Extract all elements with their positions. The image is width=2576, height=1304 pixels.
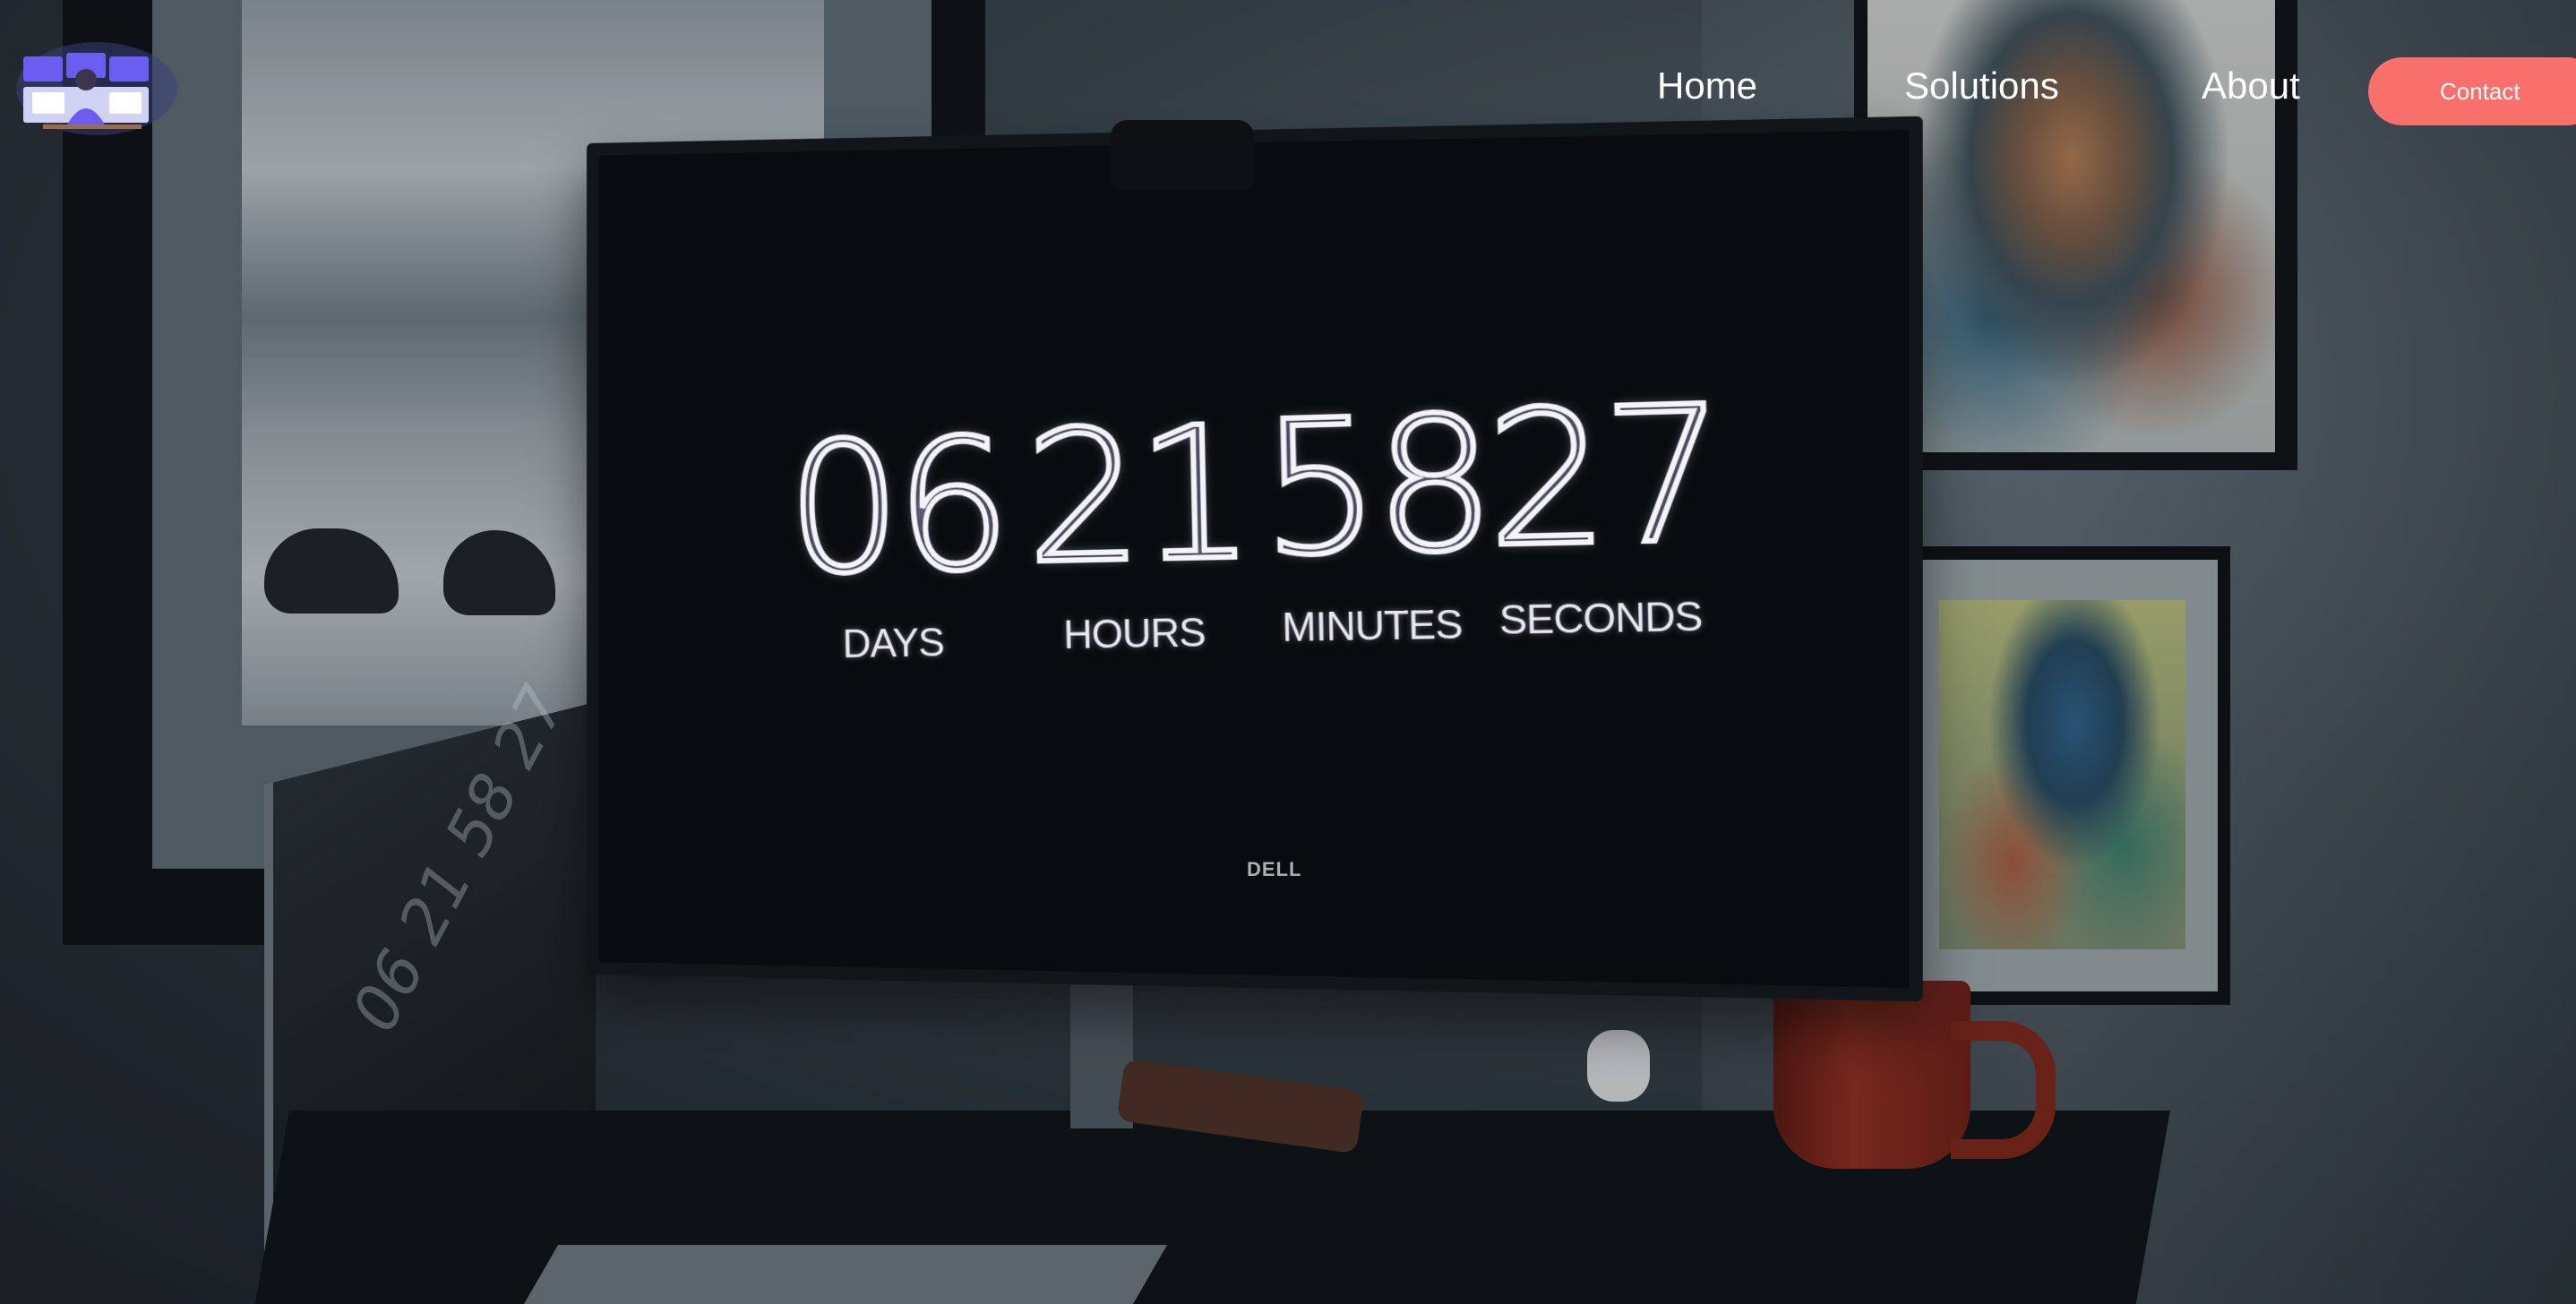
countdown-seconds-label: SECONDS [1498,594,1703,644]
countdown-hours: 21 HOURS [1021,384,1254,659]
countdown-timer: 06 DAYS 21 HOURS 58 MINUTES 27 SECONDS [783,364,1726,699]
nav-link-home[interactable]: Home [1657,64,1757,107]
countdown-hours-label: HOURS [1062,610,1206,658]
countdown-minutes-value: 58 [1256,373,1494,599]
contact-button[interactable]: Contact [2368,57,2576,125]
monitor-brand-logo: DELL [1247,858,1302,880]
nav-link-about[interactable]: About [2202,64,2300,107]
nav-link-solutions[interactable]: Solutions [1904,64,2059,107]
countdown-seconds: 27 SECONDS [1482,364,1726,644]
countdown-hours-value: 21 [1021,384,1254,607]
countdown-minutes-label: MINUTES [1281,602,1463,651]
hero-section: 06 DAYS 21 HOURS 58 MINUTES 27 SECONDS 0… [0,0,2576,1304]
countdown-minutes: 58 MINUTES [1256,373,1494,652]
operator-monitors-icon [16,42,177,135]
countdown-days-value: 06 [783,397,1011,617]
site-logo[interactable] [16,40,177,137]
countdown-seconds-value: 27 [1482,364,1726,591]
countdown-days: 06 DAYS [783,397,1011,668]
countdown-days-label: DAYS [842,620,945,667]
